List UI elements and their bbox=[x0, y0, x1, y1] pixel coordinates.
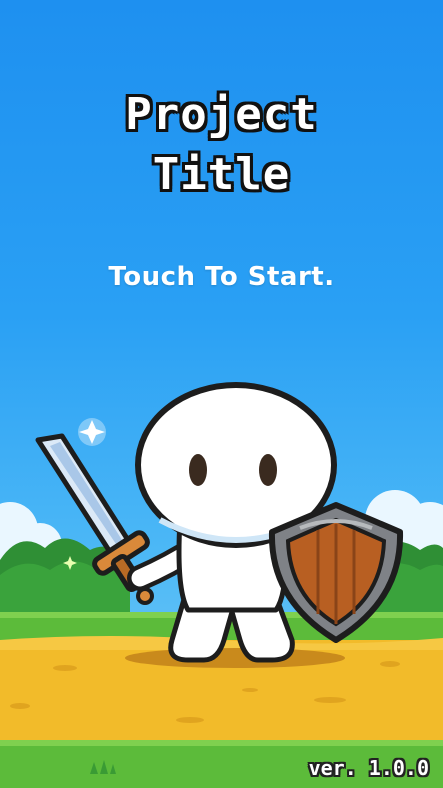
touch-to-start-prompt[interactable]: Touch To Start. bbox=[0, 262, 443, 292]
character-shadow bbox=[125, 648, 345, 668]
version-label: ver. 1.0.0 bbox=[308, 756, 429, 780]
sparkle-icon bbox=[78, 418, 106, 446]
title-screen[interactable]: Project Title Touch To Start. ver. 1.0.0 bbox=[0, 0, 443, 788]
game-title-line-2: Title bbox=[152, 149, 291, 200]
game-title-line-1: Project bbox=[125, 89, 318, 140]
